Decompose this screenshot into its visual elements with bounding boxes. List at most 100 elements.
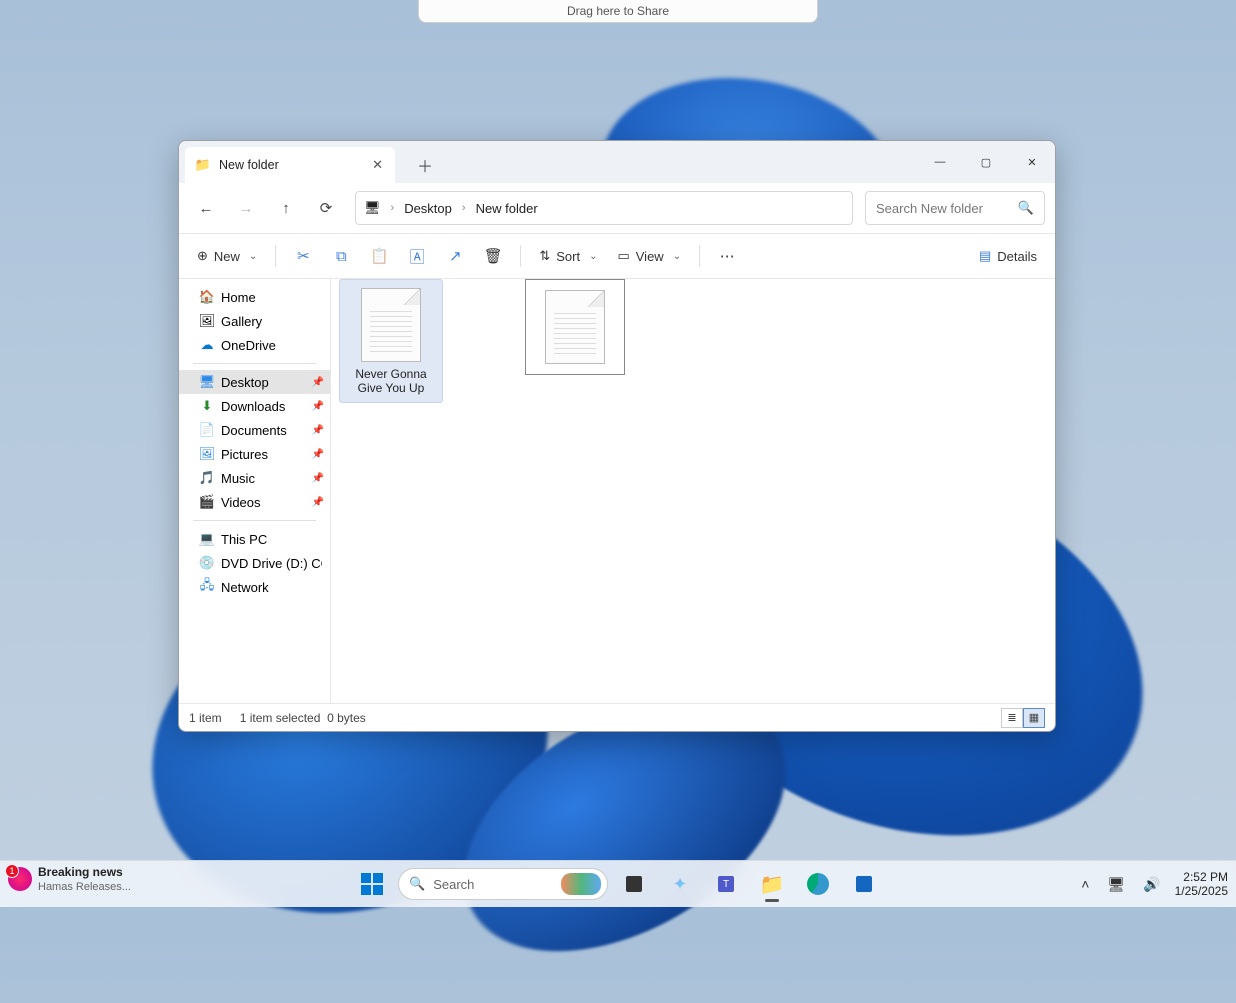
chevron-down-icon: ⌄ — [249, 251, 257, 262]
clock-date: 1/25/2025 — [1175, 884, 1228, 898]
music-icon: 🎵 — [199, 470, 215, 486]
file-name-label: Never Gonna Give You Up — [340, 368, 442, 396]
titlebar: 📁 New folder ✕ ＋ ― ▢ ✕ — [179, 141, 1055, 183]
share-icon: ↗ — [449, 247, 462, 265]
sort-button[interactable]: ⇅ Sort ⌄ — [531, 240, 605, 272]
sidebar-item-desktop[interactable]: 🖥Desktop📌 — [179, 370, 330, 394]
delete-button[interactable]: 🗑 — [476, 240, 510, 272]
news-icon: 1 — [8, 867, 32, 891]
separator — [520, 245, 521, 267]
pin-icon: 📌 — [312, 425, 324, 436]
address-bar[interactable]: 🖥 › Desktop › New folder — [355, 191, 853, 225]
pin-icon: 📌 — [312, 497, 324, 508]
icons-view-button[interactable]: ▦ — [1023, 708, 1045, 728]
copy-icon: ⧉ — [336, 248, 347, 265]
navigation-pane: 🏠Home 🖼Gallery ☁OneDrive 🖥Desktop📌 ⬇Down… — [179, 279, 331, 703]
status-bar: 1 item 1 item selected 0 bytes ≣ ▦ — [179, 703, 1055, 731]
sidebar-item-dvd[interactable]: 💿DVD Drive (D:) CCCC — [179, 551, 330, 575]
more-button[interactable]: ⋯ — [710, 240, 744, 272]
clock[interactable]: 2:52 PM 1/25/2025 — [1175, 870, 1228, 899]
maximize-button[interactable]: ▢ — [963, 141, 1009, 183]
tray-overflow-button[interactable]: ˄ — [1077, 872, 1093, 896]
news-widget[interactable]: 1 Breaking news Hamas Releases... — [8, 865, 131, 893]
task-view-button[interactable] — [614, 864, 654, 904]
sort-icon: ⇅ — [539, 248, 550, 264]
sidebar-item-this-pc[interactable]: 💻This PC — [179, 527, 330, 551]
up-button[interactable]: ↑ — [269, 191, 303, 225]
store-button[interactable] — [844, 864, 884, 904]
chevron-right-icon: › — [458, 202, 470, 214]
sidebar-item-documents[interactable]: 📄Documents📌 — [179, 418, 330, 442]
search-input[interactable]: Search New folder 🔍 — [865, 191, 1045, 225]
explorer-tab[interactable]: 📁 New folder ✕ — [185, 147, 395, 183]
clock-time: 2:52 PM — [1175, 870, 1228, 884]
rename-icon: 🄰 — [410, 246, 425, 267]
active-indicator — [765, 899, 779, 902]
file-list-area[interactable]: Never Gonna Give You Up — [331, 279, 1055, 703]
sidebar-item-videos[interactable]: 🎬Videos📌 — [179, 490, 330, 514]
sidebar-item-network[interactable]: 🖧Network — [179, 575, 330, 599]
sidebar-item-music[interactable]: 🎵Music📌 — [179, 466, 330, 490]
sidebar-item-downloads[interactable]: ⬇Downloads📌 — [179, 394, 330, 418]
search-placeholder: Search New folder — [876, 201, 983, 216]
folder-icon: 📁 — [195, 157, 211, 173]
rename-button[interactable]: 🄰 — [400, 240, 434, 272]
command-bar: ⊕ New ⌄ ✂ ⧉ 📋 🄰 ↗ 🗑 ⇅ Sort ⌄ ▭ View ⌄ ⋯ … — [179, 233, 1055, 279]
cut-button[interactable]: ✂ — [286, 240, 320, 272]
volume-icon[interactable]: 🔊 — [1139, 872, 1164, 897]
edge-button[interactable] — [798, 864, 838, 904]
pin-icon: 📌 — [312, 377, 324, 388]
separator — [193, 520, 316, 521]
breadcrumb-segment[interactable]: New folder — [476, 201, 538, 216]
news-subtitle: Hamas Releases... — [38, 881, 131, 893]
chevron-right-icon: › — [387, 202, 399, 214]
share-button[interactable]: ↗ — [438, 240, 472, 272]
text-file-icon — [361, 288, 421, 362]
network-icon[interactable]: 🖥 — [1103, 872, 1129, 897]
details-view-button[interactable]: ≣ — [1001, 708, 1023, 728]
copilot-button[interactable]: ✦ — [660, 864, 700, 904]
status-selected: 1 item selected 0 bytes — [240, 711, 366, 725]
file-explorer-button[interactable]: 📁 — [752, 864, 792, 904]
taskbar-search[interactable]: 🔍 Search — [398, 868, 608, 900]
view-mode-toggle: ≣ ▦ — [1001, 708, 1045, 728]
start-button[interactable] — [352, 864, 392, 904]
tab-close-button[interactable]: ✕ — [366, 155, 389, 175]
teams-button[interactable]: T — [706, 864, 746, 904]
details-button[interactable]: ▤ Details — [971, 240, 1045, 272]
desktop-icon: 🖥 — [199, 374, 215, 390]
file-item[interactable]: Never Gonna Give You Up — [339, 279, 443, 403]
minimize-button[interactable]: ― — [917, 141, 963, 183]
paste-button[interactable]: 📋 — [362, 240, 396, 272]
search-icon: 🔍 — [1018, 200, 1034, 216]
view-button[interactable]: ▭ View ⌄ — [609, 240, 689, 272]
search-placeholder: Search — [433, 877, 474, 892]
sidebar-item-home[interactable]: 🏠Home — [179, 285, 330, 309]
breadcrumb-segment[interactable]: Desktop — [404, 201, 452, 216]
news-badge: 1 — [5, 864, 19, 878]
scissors-icon: ✂ — [297, 247, 310, 265]
close-button[interactable]: ✕ — [1009, 141, 1055, 183]
new-button[interactable]: ⊕ New ⌄ — [189, 240, 265, 272]
back-button[interactable]: ← — [189, 191, 223, 225]
share-drop-target[interactable]: Drag here to Share — [418, 0, 818, 23]
chevron-down-icon: ⌄ — [589, 251, 597, 262]
sidebar-item-pictures[interactable]: 🖼Pictures📌 — [179, 442, 330, 466]
new-tab-button[interactable]: ＋ — [407, 147, 443, 183]
copy-button[interactable]: ⧉ — [324, 240, 358, 272]
file-explorer-window: 📁 New folder ✕ ＋ ― ▢ ✕ ← → ↑ ⟳ 🖥 › Deskt… — [178, 140, 1056, 732]
sidebar-item-onedrive[interactable]: ☁OneDrive — [179, 333, 330, 357]
search-decoration-icon — [561, 873, 601, 895]
home-icon: 🏠 — [199, 289, 215, 305]
ellipsis-icon: ⋯ — [720, 247, 735, 265]
video-icon: 🎬 — [199, 494, 215, 510]
gallery-icon: 🖼 — [199, 313, 215, 329]
separator — [699, 245, 700, 267]
sidebar-item-gallery[interactable]: 🖼Gallery — [179, 309, 330, 333]
refresh-button[interactable]: ⟳ — [309, 191, 343, 225]
pin-icon: 📌 — [312, 449, 324, 460]
forward-button[interactable]: → — [229, 191, 263, 225]
teams-icon: T — [718, 876, 734, 892]
pin-icon: 📌 — [312, 473, 324, 484]
paste-icon: 📋 — [370, 247, 389, 265]
